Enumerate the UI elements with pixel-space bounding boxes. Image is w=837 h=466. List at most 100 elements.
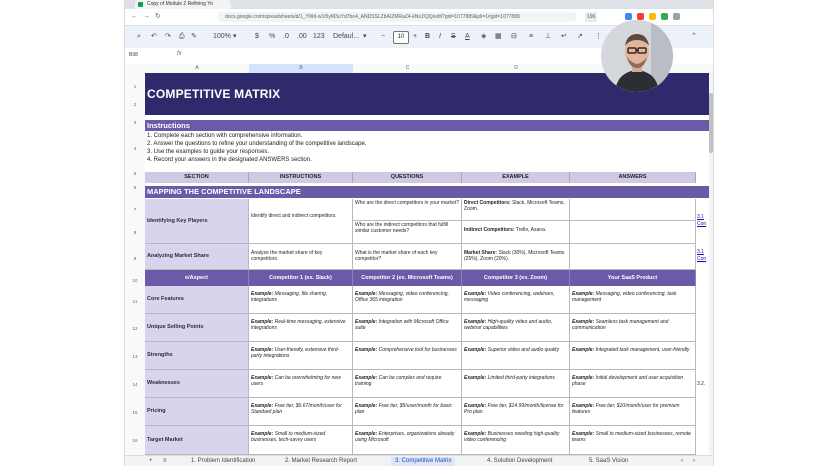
borders-icon[interactable]: ▦ — [495, 32, 502, 42]
matrix-cell[interactable]: Example: Free tier, $5/user/month for ba… — [353, 398, 462, 426]
vertical-scrollbar[interactable] — [709, 73, 713, 455]
side-reference[interactable]: 3.1 — [697, 214, 704, 220]
print-icon[interactable]: ⎙ — [179, 32, 185, 42]
matrix-cell[interactable]: Example: Can be overwhelming for new use… — [249, 370, 353, 398]
row-number[interactable]: 11 — [125, 299, 145, 304]
matrix-cell[interactable]: Example: Superior video and audio qualit… — [462, 342, 570, 370]
row-number[interactable]: 12 — [125, 326, 145, 331]
row-number[interactable]: 13 — [125, 354, 145, 359]
matrix-cell[interactable]: Example: Seamless task management and co… — [570, 314, 696, 342]
matrix-cell[interactable]: Example: Can be complex and require trai… — [353, 370, 462, 398]
matrix-cell[interactable]: Example: Businesses needing high-quality… — [462, 426, 570, 455]
browser-tab[interactable]: Copy of Module 2 Refining Yo — [135, 0, 231, 9]
scroll-tabs-left-icon[interactable]: ‹ — [681, 457, 683, 466]
matrix-cell[interactable]: Example: Comprehensive tool for business… — [353, 342, 462, 370]
matrix-cell[interactable]: Example: Small to medium-sized businesse… — [249, 426, 353, 455]
decrease-decimal-button[interactable]: .0 — [283, 32, 289, 42]
paint-format-icon[interactable]: ✎ — [191, 32, 197, 42]
name-box[interactable]: B98 — [129, 52, 138, 58]
sheet-tab-market-research[interactable]: 2. Market Research Report — [285, 457, 357, 466]
currency-button[interactable]: $ — [255, 32, 259, 42]
horizontal-align-icon[interactable]: ≡ — [529, 32, 533, 42]
row-number[interactable]: 7 — [125, 207, 145, 212]
matrix-cell[interactable]: Example: Messaging, video conferencing, … — [353, 286, 462, 314]
column-header[interactable]: D — [462, 64, 570, 73]
matrix-cell[interactable]: Example: Messaging, file sharing, integr… — [249, 286, 353, 314]
italic-icon[interactable]: I — [439, 32, 441, 42]
text-color-icon[interactable]: A — [465, 32, 470, 42]
key-players-question-2[interactable]: Who are the indirect competitors that fu… — [353, 221, 462, 244]
url-field[interactable]: docs.google.com/spreadsheets/d/1_YWd-w1I… — [217, 12, 577, 22]
row-number[interactable]: 14 — [125, 382, 145, 387]
scrollbar-thumb[interactable] — [709, 93, 713, 153]
extension-icon[interactable] — [625, 13, 632, 20]
matrix-cell[interactable]: Example: Free tier, $10/month/user for p… — [570, 398, 696, 426]
key-players-answer-2[interactable] — [570, 221, 696, 244]
row-number[interactable]: 1 — [125, 84, 145, 89]
percent-button[interactable]: % — [269, 32, 275, 42]
row-number[interactable]: 6 — [125, 185, 145, 190]
key-players-question-1[interactable]: Who are the direct competitors in your m… — [353, 199, 462, 221]
undo-icon[interactable]: ↶ — [151, 32, 157, 42]
font-size-plus-icon[interactable]: + — [413, 32, 417, 42]
collapse-toolbar-icon[interactable]: ⌃ — [691, 32, 697, 42]
bold-icon[interactable]: B — [425, 32, 430, 42]
matrix-cell[interactable]: Example: Free tier, $6.67/month/user for… — [249, 398, 353, 426]
extension-icon[interactable] — [673, 13, 680, 20]
matrix-cell[interactable]: Example: Video conferencing, webinars, m… — [462, 286, 570, 314]
key-players-example-1[interactable]: Direct Competitors: Slack, Microsoft Tea… — [462, 199, 570, 221]
all-sheets-icon[interactable]: ≡ — [163, 457, 167, 466]
column-header[interactable]: C — [353, 64, 462, 73]
forward-arrow-icon[interactable]: → — [143, 12, 150, 22]
extension-icon[interactable] — [637, 13, 644, 20]
row-number[interactable]: 5 — [125, 171, 145, 176]
strikethrough-icon[interactable]: S — [451, 32, 456, 42]
font-size-minus-icon[interactable]: − — [381, 32, 385, 42]
market-share-question[interactable]: What is the market share of each key com… — [353, 244, 462, 270]
zoom-select[interactable]: 100% — [213, 32, 231, 42]
scroll-tabs-right-icon[interactable]: › — [693, 457, 695, 466]
side-reference[interactable]: Con — [697, 221, 706, 227]
merge-cells-icon[interactable]: ⊟ — [511, 32, 517, 42]
row-number[interactable]: 2 — [125, 102, 145, 107]
matrix-cell[interactable]: Example: High-quality video and audio, w… — [462, 314, 570, 342]
extension-icon[interactable] — [649, 13, 656, 20]
back-arrow-icon[interactable]: ← — [131, 12, 138, 22]
matrix-cell[interactable]: Example: Messaging, video conferencing, … — [570, 286, 696, 314]
zoom-badge[interactable]: 196 — [585, 12, 598, 22]
extension-icon[interactable] — [661, 13, 668, 20]
row-number[interactable]: 15 — [125, 410, 145, 415]
spreadsheet-grid[interactable]: COMPETITIVE MATRIX Instructions 1. Compl… — [145, 73, 709, 455]
key-players-answer-1[interactable] — [570, 199, 696, 221]
text-wrap-icon[interactable]: ↵ — [561, 32, 567, 42]
row-number[interactable]: 8 — [125, 230, 145, 235]
text-rotate-icon[interactable]: ↗ — [577, 32, 583, 42]
row-number[interactable]: 16 — [125, 438, 145, 443]
vertical-align-icon[interactable]: ⊥ — [545, 32, 551, 42]
matrix-cell[interactable]: Example: Real-time messaging, extensive … — [249, 314, 353, 342]
add-sheet-icon[interactable]: + — [149, 457, 153, 466]
market-share-answer[interactable] — [570, 244, 696, 270]
column-header[interactable]: B — [249, 64, 353, 73]
matrix-cell[interactable]: Example: Integration with Microsoft Offi… — [353, 314, 462, 342]
matrix-cell[interactable]: Example: Small to medium-sized businesse… — [570, 426, 696, 455]
matrix-cell[interactable]: Example: Enterprises, organizations alre… — [353, 426, 462, 455]
reload-icon[interactable]: ↻ — [155, 12, 161, 22]
matrix-cell[interactable]: Example: Limited third-party integration… — [462, 370, 570, 398]
sheet-tab-saas-vision[interactable]: 5. SaaS Vision — [589, 457, 628, 466]
row-number[interactable]: 4 — [125, 146, 145, 151]
increase-decimal-button[interactable]: .00 — [297, 32, 307, 42]
market-share-instruction[interactable]: Analyze the market share of key competit… — [249, 244, 353, 270]
matrix-cell[interactable]: Example: Integrated task management, use… — [570, 342, 696, 370]
side-reference[interactable]: 3.2. — [697, 381, 705, 387]
matrix-cell[interactable]: Example: User-friendly, extensive third-… — [249, 342, 353, 370]
font-select[interactable]: Defaul... — [333, 32, 359, 42]
fill-color-icon[interactable]: ◈ — [481, 32, 486, 42]
search-menus-icon[interactable]: ⌕ — [137, 32, 141, 42]
matrix-cell[interactable]: Example: Initial development and user ac… — [570, 370, 696, 398]
more-options-icon[interactable]: ⋮ — [595, 32, 602, 42]
sheet-tab-solution-development[interactable]: 4. Solution Development — [487, 457, 552, 466]
sheet-tab-competitive-matrix[interactable]: 3. Competitive Matrix — [391, 457, 456, 466]
font-size-input[interactable]: 10 — [393, 31, 409, 44]
row-number[interactable]: 10 — [125, 278, 145, 283]
